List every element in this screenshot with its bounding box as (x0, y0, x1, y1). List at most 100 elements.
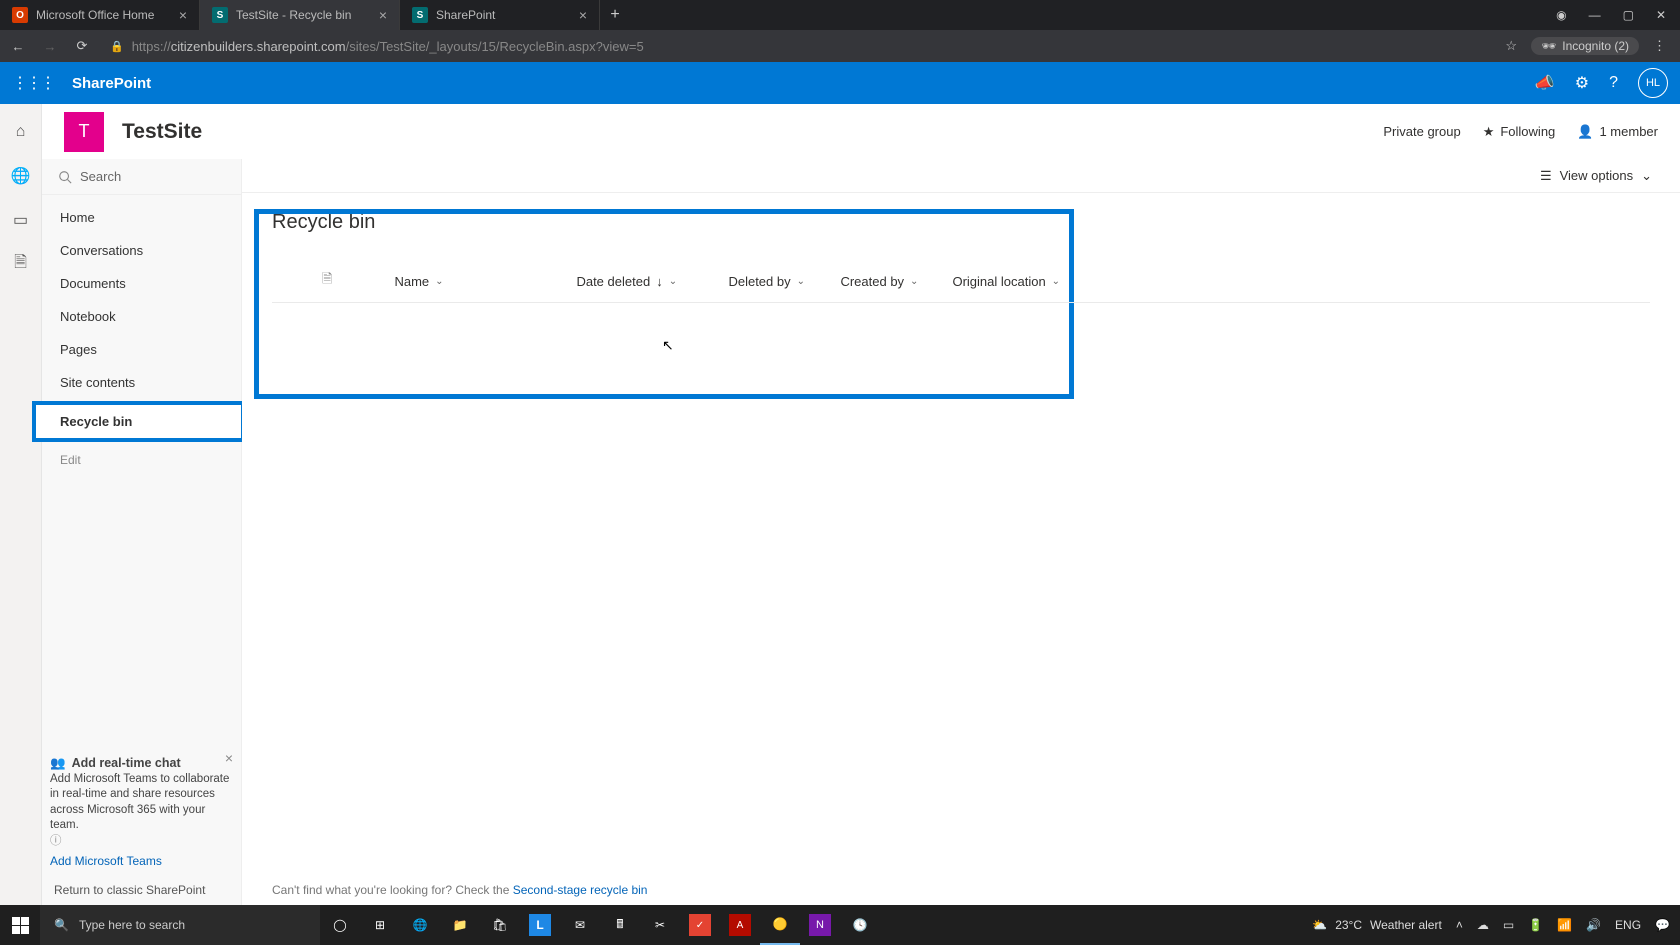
column-header-deleted-by[interactable]: Deleted by ⌄ (728, 274, 808, 289)
taskbar-app-todoist[interactable]: ✓ (680, 905, 720, 945)
taskbar-app-l[interactable]: L (520, 905, 560, 945)
start-button[interactable] (0, 905, 40, 945)
tray-notifications-icon[interactable]: 💬 (1655, 918, 1670, 932)
tray-battery-icon[interactable]: 🔋 (1528, 918, 1543, 932)
column-header-date-deleted[interactable]: Date deleted ↓ ⌄ (576, 274, 696, 289)
taskbar-app-chrome[interactable]: 🟡 (760, 905, 800, 945)
windows-taskbar: 🔍 Type here to search ◯ ⊞ 🌐 📁 🛍 L ✉ 🖩 ✂ … (0, 905, 1680, 945)
info-icon[interactable]: ⓘ (50, 835, 62, 847)
sharepoint-favicon: S (412, 7, 428, 23)
page-container: T TestSite Private group ★ Following 👤 1… (42, 104, 1680, 905)
help-icon[interactable]: ? (1609, 74, 1618, 92)
taskbar-app-store[interactable]: 🛍 (480, 905, 520, 945)
browser-titlebar: O Microsoft Office Home × S TestSite - R… (0, 0, 1680, 30)
suite-brand[interactable]: SharePoint (72, 75, 151, 92)
tray-meet-icon[interactable]: ▭ (1503, 918, 1514, 932)
url-text: https://citizenbuilders.sharepoint.com/s… (132, 39, 644, 54)
new-tab-button[interactable]: + (600, 0, 630, 30)
site-logo-tile[interactable]: T (64, 112, 104, 152)
taskbar-app-explorer[interactable]: 📁 (440, 905, 480, 945)
avatar[interactable]: HL (1638, 68, 1668, 98)
maximize-button[interactable]: ▢ (1623, 8, 1634, 22)
reload-button[interactable]: ⟳ (72, 38, 92, 54)
nav-edit-link[interactable]: Edit (42, 444, 241, 476)
teams-icon: 👥 (50, 755, 66, 772)
news-icon[interactable]: ▭ (11, 210, 31, 230)
global-nav-rail: ⌂ 🌐 ▭ 🗎 (0, 104, 42, 905)
taskbar-app-acrobat[interactable]: A (720, 905, 760, 945)
taskbar-app-clock[interactable]: 🕓 (840, 905, 880, 945)
url-input[interactable]: 🔒 https://citizenbuilders.sharepoint.com… (104, 33, 1493, 59)
tray-wifi-icon[interactable]: 📶 (1557, 918, 1572, 932)
tab-close-icon[interactable]: × (179, 7, 187, 23)
cortana-button[interactable]: ⊞ (360, 905, 400, 945)
app-body: ⌂ 🌐 ▭ 🗎 T TestSite Private group ★ Follo… (0, 104, 1680, 905)
second-stage-link[interactable]: Second-stage recycle bin (513, 883, 648, 897)
lock-icon: 🔒 (110, 40, 124, 53)
nav-item-notebook[interactable]: Notebook (42, 300, 241, 333)
column-header-name[interactable]: Name ⌄ (394, 274, 544, 289)
page-title: Recycle bin (272, 211, 1650, 234)
taskbar-app-mail[interactable]: ✉ (560, 905, 600, 945)
globe-icon[interactable]: 🌐 (11, 166, 31, 186)
browser-tabs: O Microsoft Office Home × S TestSite - R… (0, 0, 630, 30)
tray-onedrive-icon[interactable]: ☁ (1477, 918, 1489, 932)
megaphone-icon[interactable]: 📣 (1535, 73, 1555, 93)
nav-item-pages[interactable]: Pages (42, 333, 241, 366)
return-classic-link[interactable]: Return to classic SharePoint (54, 883, 205, 897)
sort-descending-icon: ↓ (656, 274, 663, 289)
chevron-down-icon: ⌄ (669, 276, 677, 287)
tab-close-icon[interactable]: × (379, 7, 387, 23)
chevron-down-icon: ⌄ (797, 276, 805, 287)
gear-icon[interactable]: ⚙ (1575, 73, 1589, 93)
doc-type-icon: 🗎 (322, 270, 332, 292)
files-icon[interactable]: 🗎 (11, 254, 31, 274)
tab-close-icon[interactable]: × (579, 7, 587, 23)
following-button[interactable]: ★ Following (1483, 124, 1556, 140)
back-button[interactable]: ← (8, 39, 28, 54)
window-controls: ◉ — ▢ ✕ (1542, 8, 1680, 22)
site-name[interactable]: TestSite (122, 120, 202, 144)
person-icon: 👤 (1577, 124, 1593, 140)
chevron-down-icon: ⌄ (910, 276, 918, 287)
nav-item-conversations[interactable]: Conversations (42, 234, 241, 267)
teams-promo-card: × 👥 Add real-time chat Add Microsoft Tea… (50, 755, 233, 871)
browser-tab-office[interactable]: O Microsoft Office Home × (0, 0, 200, 30)
table-header-row: 🗎 Name ⌄ Date deleted ↓ ⌄ Deleted by (272, 264, 1650, 303)
mouse-cursor: ↖ (662, 337, 674, 354)
close-window-button[interactable]: ✕ (1656, 8, 1666, 22)
app-launcher-icon[interactable]: ⋮⋮⋮ (12, 73, 54, 93)
taskbar-app-snip[interactable]: ✂ (640, 905, 680, 945)
column-header-original-location[interactable]: Original location ⌄ (952, 274, 1092, 289)
column-header-created-by[interactable]: Created by ⌄ (840, 274, 920, 289)
taskbar-app-edge[interactable]: 🌐 (400, 905, 440, 945)
browser-tab-sharepoint[interactable]: S SharePoint × (400, 0, 600, 30)
tray-language[interactable]: ENG (1615, 918, 1641, 932)
close-icon[interactable]: × (225, 749, 233, 768)
incognito-badge[interactable]: 🕶 Incognito (2) (1531, 37, 1639, 55)
forward-button[interactable]: → (40, 39, 60, 54)
tab-title: Microsoft Office Home (36, 8, 171, 22)
nav-item-site-contents[interactable]: Site contents (42, 366, 241, 399)
browser-tab-testsite[interactable]: S TestSite - Recycle bin × (200, 0, 400, 30)
tray-chevron-up-icon[interactable]: ˄ (1456, 918, 1463, 932)
taskbar-app-calculator[interactable]: 🖩 (600, 905, 640, 945)
nav-item-home[interactable]: Home (42, 201, 241, 234)
members-button[interactable]: 👤 1 member (1577, 124, 1658, 140)
add-teams-link[interactable]: Add Microsoft Teams (50, 853, 162, 869)
task-view-button[interactable]: ◯ (320, 905, 360, 945)
tray-volume-icon[interactable]: 🔊 (1586, 918, 1601, 932)
nav-item-recycle-bin[interactable]: Recycle bin (32, 401, 245, 442)
home-icon[interactable]: ⌂ (11, 122, 31, 142)
view-options-button[interactable]: ☰ View options ⌄ (1540, 168, 1652, 184)
minimize-button[interactable]: — (1589, 8, 1601, 22)
bookmark-icon[interactable]: ☆ (1505, 38, 1517, 54)
taskbar-weather[interactable]: ⛅ 23°C Weather alert (1312, 918, 1442, 932)
browser-menu-button[interactable]: ⋮ (1653, 38, 1666, 54)
taskbar-app-onenote[interactable]: N (800, 905, 840, 945)
weather-icon: ⛅ (1312, 918, 1327, 932)
incognito-icon: 🕶 (1541, 39, 1556, 53)
search-input[interactable]: Search (42, 159, 241, 195)
nav-item-documents[interactable]: Documents (42, 267, 241, 300)
taskbar-search[interactable]: 🔍 Type here to search (40, 905, 320, 945)
